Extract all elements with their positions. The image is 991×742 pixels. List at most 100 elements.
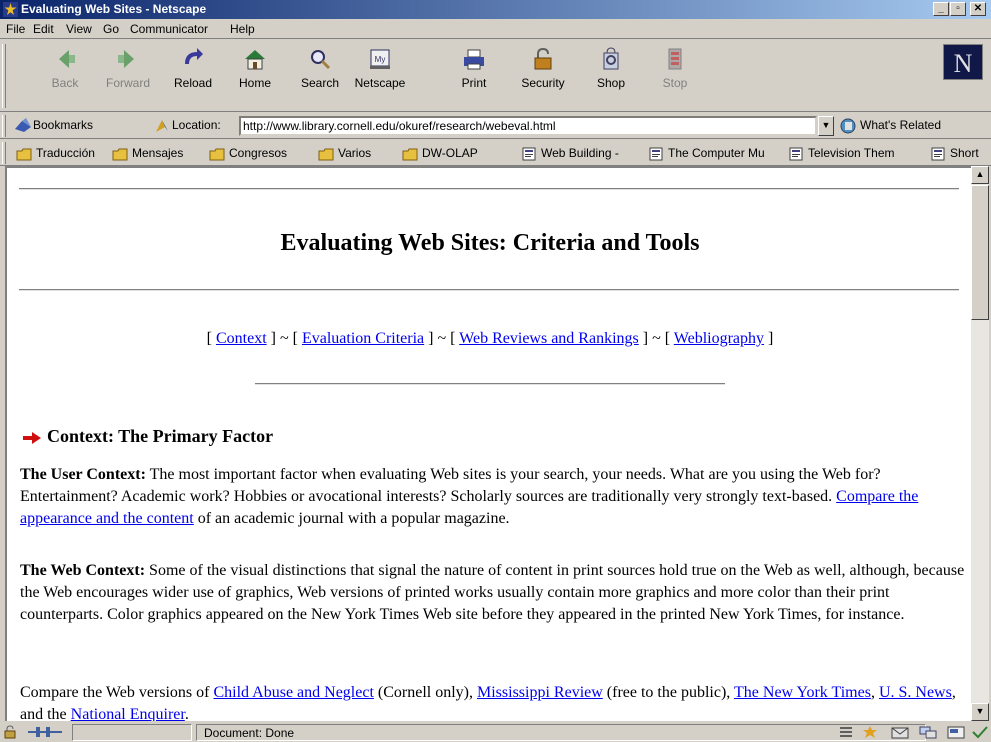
my-netscape-icon: My <box>370 49 390 69</box>
menu-view[interactable]: View <box>66 22 92 36</box>
folder-icon <box>318 148 334 161</box>
location-field[interactable] <box>239 116 817 136</box>
security-lock-status-icon[interactable] <box>4 725 24 739</box>
menu-communicator[interactable]: Communicator <box>130 22 208 36</box>
nav-link-web-reviews[interactable]: Web Reviews and Rankings <box>459 330 639 347</box>
svg-text:My: My <box>375 55 386 64</box>
checkmark-component-icon[interactable] <box>970 725 990 739</box>
reload-button[interactable]: Reload <box>163 46 223 104</box>
netscape-button[interactable]: My Netscape <box>346 46 414 104</box>
paragraph-user-context: The User Context: The most important fac… <box>20 466 919 527</box>
composer-component-icon[interactable] <box>946 725 966 739</box>
title-bar[interactable]: Evaluating Web Sites - Netscape _ ▫ ✕ <box>0 0 991 19</box>
connection-status-icon[interactable] <box>26 725 66 739</box>
link-new-york-times[interactable]: The New York Times <box>734 684 871 701</box>
progress-bar <box>72 724 192 741</box>
menu-help[interactable]: Help <box>230 22 255 36</box>
navigation-toolbar: Back Forward Reload Home Search My Netsc… <box>0 40 991 112</box>
nav-link-webliography[interactable]: Webliography <box>674 330 764 347</box>
search-icon <box>311 50 331 70</box>
bookmark-page-icon <box>522 147 536 161</box>
location-icon <box>156 120 168 132</box>
whats-related-icon <box>840 118 856 134</box>
home-button[interactable]: Home <box>225 46 285 104</box>
folder-icon <box>16 148 32 161</box>
nav-link-context[interactable]: Context <box>216 330 267 347</box>
stop-icon <box>668 48 682 70</box>
shop-bag-icon <box>603 47 619 70</box>
bookmarks-button[interactable]: Bookmarks <box>33 118 93 132</box>
vertical-scrollbar[interactable]: ▲ ▼ <box>971 166 989 721</box>
link-child-abuse[interactable]: Child Abuse and Neglect <box>213 684 373 701</box>
svg-text:N: N <box>954 49 973 78</box>
reload-icon <box>185 48 203 64</box>
close-button[interactable]: ✕ <box>970 2 986 16</box>
location-toolbar: Bookmarks Location: ▼ What's Related <box>0 113 991 139</box>
location-dropdown-button[interactable]: ▼ <box>818 116 834 136</box>
mail-component-icon[interactable] <box>890 725 910 739</box>
personal-folder-mensajes[interactable]: Mensajes <box>112 146 183 161</box>
scroll-down-button[interactable]: ▼ <box>971 703 989 721</box>
personal-bookmark-web-building[interactable]: Web Building - <box>521 146 619 161</box>
list-status-icon[interactable] <box>838 725 854 739</box>
scroll-up-button[interactable]: ▲ <box>971 166 989 184</box>
menu-go[interactable]: Go <box>103 22 119 36</box>
section-heading: Context: The Primary Factor <box>23 426 273 447</box>
menu-bar: File Edit View Go Communicator Help <box>0 19 991 39</box>
print-button[interactable]: Print <box>444 46 504 104</box>
back-arrow-icon <box>59 50 75 68</box>
horizontal-rule-short <box>255 383 725 385</box>
netscape-n-icon: N <box>944 45 982 79</box>
scroll-thumb[interactable] <box>971 185 989 320</box>
navigator-component-icon[interactable] <box>860 725 880 739</box>
personal-folder-congresos[interactable]: Congresos <box>209 146 287 161</box>
link-mississippi-review[interactable]: Mississippi Review <box>477 684 603 701</box>
toolbar-grip[interactable] <box>2 142 6 164</box>
netscape-star-icon <box>3 2 18 17</box>
menu-edit[interactable]: Edit <box>33 22 54 36</box>
folder-icon <box>402 148 418 161</box>
stop-button[interactable]: Stop <box>645 46 705 104</box>
personal-folder-traduccion[interactable]: Traducción <box>16 146 95 161</box>
forward-arrow-icon <box>118 50 134 68</box>
bookmark-page-icon <box>789 147 803 161</box>
shop-button[interactable]: Shop <box>581 46 641 104</box>
paragraph-compare: Compare the Web versions of Child Abuse … <box>20 684 956 721</box>
page-title: Evaluating Web Sites: Criteria and Tools <box>280 230 700 256</box>
toolbar-grip[interactable] <box>2 44 6 108</box>
status-text: Document: Done <box>204 726 295 740</box>
nav-link-evaluation-criteria[interactable]: Evaluation Criteria <box>302 330 424 347</box>
home-icon <box>245 50 265 70</box>
window-title: Evaluating Web Sites - Netscape <box>21 2 207 16</box>
bookmark-page-icon <box>649 147 663 161</box>
maximize-button[interactable]: ▫ <box>950 2 966 16</box>
page-content[interactable]: Evaluating Web Sites: Criteria and Tools… <box>5 166 971 721</box>
url-input[interactable] <box>241 118 815 134</box>
folder-icon <box>209 148 225 161</box>
bookmark-page-icon <box>931 147 945 161</box>
print-icon <box>464 49 484 70</box>
toolbar-grip[interactable] <box>2 115 6 137</box>
link-national-enquirer[interactable]: National Enquirer <box>71 706 185 721</box>
personal-bookmark-television-them[interactable]: Television Them <box>788 146 894 161</box>
personal-bookmark-short[interactable]: Short <box>930 146 979 161</box>
netscape-logo[interactable]: N <box>943 44 983 80</box>
minimize-button[interactable]: _ <box>933 2 949 16</box>
link-us-news[interactable]: U. S. News <box>879 684 952 701</box>
menu-file[interactable]: File <box>6 22 25 36</box>
personal-folder-dw-olap[interactable]: DW-OLAP <box>402 146 478 161</box>
paragraph-web-context: The Web Context: Some of the visual dist… <box>20 562 965 623</box>
section-nav: [ Context ] ~ [ Evaluation Criteria ] ~ … <box>206 330 774 347</box>
discussions-component-icon[interactable] <box>918 725 938 739</box>
personal-folder-varios[interactable]: Varios <box>318 146 371 161</box>
security-button[interactable]: Security <box>513 46 573 104</box>
forward-button[interactable]: Forward <box>98 46 158 104</box>
personal-bookmark-computer-mu[interactable]: The Computer Mu <box>648 146 765 161</box>
personal-toolbar: Traducción Mensajes Congresos Varios DW-… <box>0 140 991 166</box>
bookmarks-icon <box>15 118 31 132</box>
whats-related-button[interactable]: What's Related <box>860 118 941 132</box>
back-button[interactable]: Back <box>35 46 95 104</box>
search-button[interactable]: Search <box>290 46 350 104</box>
horizontal-rule <box>19 289 959 291</box>
red-arrow-icon <box>23 431 41 444</box>
